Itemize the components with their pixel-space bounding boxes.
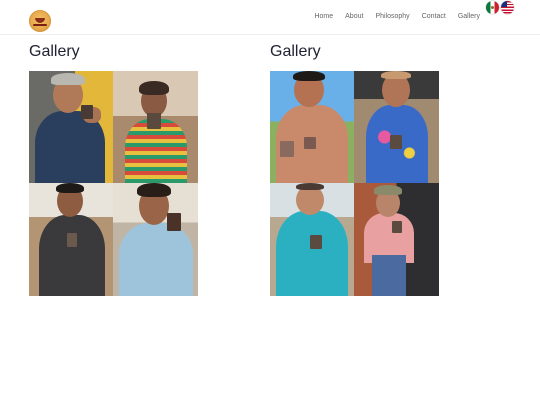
product-pack [167, 213, 181, 231]
mexico-flag-emblem [491, 6, 494, 9]
usa-flag-canton [501, 1, 507, 7]
gallery-photo[interactable] [29, 183, 113, 296]
product-pack [310, 235, 322, 249]
person-jeans [372, 255, 406, 296]
person-shirt [39, 215, 105, 296]
gallery-photo[interactable] [354, 183, 439, 296]
logo-bowl-shape [35, 18, 45, 23]
gallery-title-left: Gallery [29, 43, 80, 60]
gallery-photo[interactable] [29, 71, 113, 183]
restaurant-logo-icon[interactable] [29, 10, 51, 32]
site-header: Home About Philosophy Contact Gallery [0, 0, 540, 35]
person-shirt [276, 211, 348, 296]
gallery-photo[interactable] [270, 183, 354, 296]
person-hair [56, 183, 84, 193]
nav-link-contact[interactable]: Contact [422, 12, 446, 22]
usa-flag-icon[interactable] [501, 1, 514, 14]
product-pack [390, 135, 402, 149]
gallery-grid-right [270, 71, 439, 296]
product-pack [67, 233, 77, 247]
person-hair [296, 183, 324, 190]
product-pack [280, 141, 294, 157]
person-cap [51, 73, 85, 85]
gallery-photo[interactable] [113, 71, 198, 183]
product-pack [304, 137, 316, 149]
gallery-grid-left [29, 71, 198, 296]
product-pack [147, 113, 161, 129]
nav-link-home[interactable]: Home [314, 12, 333, 22]
nav-link-gallery[interactable]: Gallery [458, 12, 480, 22]
language-switcher [486, 1, 514, 14]
person-hair [293, 71, 325, 81]
person-cap [374, 185, 402, 195]
gallery-photo[interactable] [354, 71, 439, 183]
gallery-photo[interactable] [113, 183, 198, 296]
person-hair [137, 183, 171, 197]
person-hair [381, 71, 411, 79]
person-hair [139, 81, 169, 95]
product-pack [81, 105, 93, 119]
logo-script-shape [33, 24, 47, 26]
person-shirt [119, 223, 193, 296]
gallery-photo[interactable] [270, 71, 354, 183]
nav-link-about[interactable]: About [345, 12, 363, 22]
main-nav: Home About Philosophy Contact Gallery [314, 12, 480, 22]
mexico-flag-icon[interactable] [486, 1, 499, 14]
gallery-title-right: Gallery [270, 43, 321, 60]
product-pack [392, 221, 402, 233]
nav-link-philosophy[interactable]: Philosophy [375, 12, 409, 22]
